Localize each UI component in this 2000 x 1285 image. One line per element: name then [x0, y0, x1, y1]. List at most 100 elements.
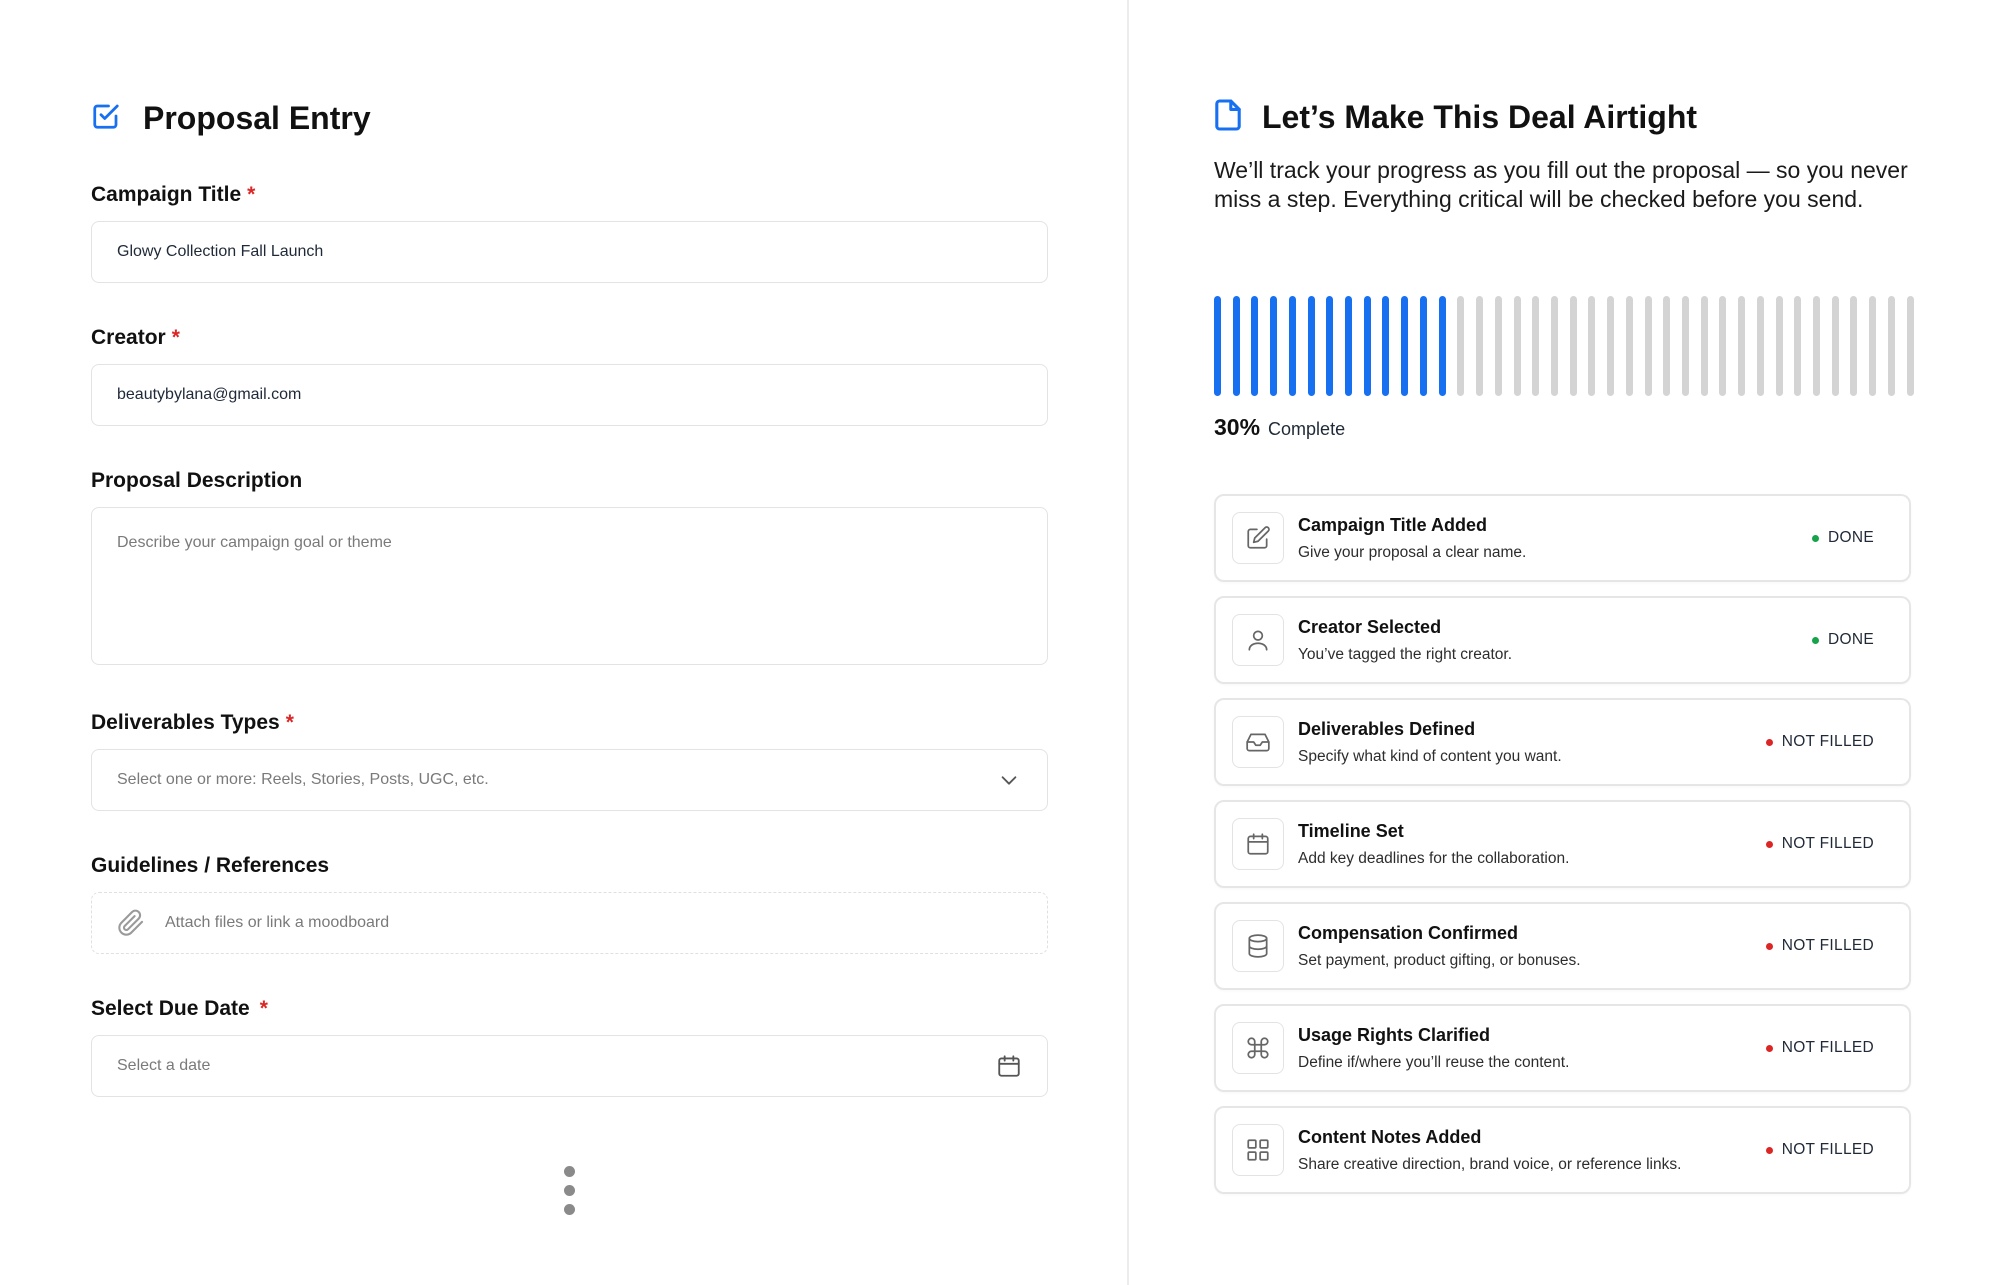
progress-percent-label: Complete [1268, 419, 1346, 439]
panel-divider [1127, 0, 1129, 1285]
status-dot [1765, 942, 1773, 950]
checklist-item-description: You’ve tagged the right creator. [1298, 645, 1512, 663]
proposal-description-textarea[interactable]: Describe your campaign goal or theme [91, 507, 1048, 665]
progress-segment [1419, 296, 1427, 396]
checklist-item-description: Define if/where you’ll reuse the content… [1298, 1053, 1570, 1071]
checklist-item[interactable]: Campaign Title Added Give your proposal a… [1214, 494, 1911, 582]
checklist-item[interactable]: Timeline Set Add key deadlines for the co… [1214, 800, 1911, 888]
progress-segment [1532, 296, 1540, 396]
campaign-title-input[interactable]: Glowy Collection Fall Launch [91, 221, 1048, 283]
checklist-item-description: Give your proposal a clear name. [1298, 543, 1527, 561]
checklist-item-title: Deliverables Defined [1298, 718, 1476, 739]
progress-percent: 30% Complete [1214, 414, 1345, 441]
guidelines-references-field: Guidelines / References Attach files or … [91, 854, 1048, 954]
required-mark: * [285, 711, 294, 734]
progress-segment [1794, 296, 1802, 396]
progress-segment [1232, 296, 1240, 396]
due-date-field: Select Due Date * Select a date [91, 997, 1048, 1097]
chevron-down-icon[interactable] [996, 767, 1022, 793]
progress-segment [1214, 296, 1221, 396]
status-label: DONE [1828, 631, 1874, 648]
progress-bar [1214, 296, 1914, 396]
required-mark: * [247, 183, 256, 206]
campaign-title-field: Campaign Title * Glowy Collection Fall L… [91, 183, 1048, 283]
checklist-item-description: Add key deadlines for the collaboration. [1298, 849, 1570, 867]
progress-segment [1850, 296, 1858, 396]
more-options-icon[interactable] [564, 1166, 575, 1215]
required-mark: * [259, 997, 268, 1020]
status-dot [1765, 1044, 1773, 1052]
progress-segment [1457, 296, 1465, 396]
status-dot [1765, 1146, 1773, 1154]
command-icon [1232, 1022, 1284, 1074]
status-label: NOT FILLED [1781, 835, 1874, 852]
status-label: DONE [1828, 529, 1874, 546]
checklist-item[interactable]: Compensation Confirmed Set payment, produ… [1214, 902, 1911, 990]
checklist-item-text: Compensation Confirmed Set payment, produ… [1298, 923, 1766, 970]
grid-icon [1232, 1124, 1284, 1176]
proposal-description-label: Proposal Description [91, 469, 303, 492]
checklist-item-text: Content Notes Added Share creative direct… [1298, 1127, 1766, 1174]
due-date-input[interactable]: Select a date [91, 1035, 1048, 1097]
status-badge: NOT FILLED [1765, 733, 1874, 751]
document-icon [1214, 98, 1242, 137]
checklist-item-description: Share creative direction, brand voice, o… [1298, 1155, 1682, 1173]
checklist: Campaign Title Added Give your proposal a… [1214, 494, 1911, 1208]
creator-value: beautybylana@gmail.com [117, 386, 302, 403]
checklist-item[interactable]: Creator Selected You’ve tagged the right … [1214, 596, 1911, 684]
guidelines-attach-dropzone[interactable]: Attach files or link a moodboard [91, 892, 1048, 954]
progress-segment [1569, 296, 1577, 396]
checklist-item[interactable]: Deliverables Defined Specify what kind of… [1214, 698, 1911, 786]
status-badge: DONE [1812, 529, 1874, 547]
user-icon [1232, 614, 1284, 666]
progress-segment [1756, 296, 1764, 396]
checklist-item-description: Set payment, product gifting, or bonuses… [1298, 951, 1581, 969]
status-dot [1765, 738, 1773, 746]
checklist-item[interactable]: Content Notes Added Share creative direct… [1214, 1106, 1911, 1194]
status-label: NOT FILLED [1781, 1039, 1874, 1056]
progress-title: Let’s Make This Deal Airtight [1262, 99, 1698, 135]
progress-segment [1345, 296, 1353, 396]
calendar-icon[interactable] [996, 1053, 1022, 1079]
campaign-title-value: Glowy Collection Fall Launch [117, 243, 324, 260]
progress-segment [1663, 296, 1671, 396]
creator-field: Creator * beautybylana@gmail.com [91, 326, 1048, 426]
progress-segment [1681, 296, 1689, 396]
proposal-description-placeholder: Describe your campaign goal or theme [117, 534, 392, 551]
status-dot [1765, 840, 1773, 848]
progress-segment [1288, 296, 1296, 396]
checklist-item-title: Timeline Set [1298, 820, 1404, 841]
checklist-item-text: Timeline Set Add key deadlines for the co… [1298, 821, 1766, 868]
checklist-item-text: Deliverables Defined Specify what kind of… [1298, 719, 1766, 766]
progress-segment [1307, 296, 1315, 396]
status-label: NOT FILLED [1781, 733, 1874, 750]
status-label: NOT FILLED [1781, 937, 1874, 954]
progress-segment [1831, 296, 1839, 396]
due-date-placeholder: Select a date [117, 1057, 211, 1074]
progress-segment [1887, 296, 1895, 396]
checklist-item-text: Usage Rights Clarified Define if/where yo… [1298, 1025, 1766, 1072]
progress-segment [1869, 296, 1877, 396]
deliverables-types-select[interactable]: Select one or more: Reels, Stories, Post… [91, 749, 1048, 811]
calendar-icon [1232, 818, 1284, 870]
edit-icon [1232, 512, 1284, 564]
checklist-item-text: Campaign Title Added Give your proposal a… [1298, 515, 1812, 562]
checklist-item[interactable]: Usage Rights Clarified Define if/where yo… [1214, 1004, 1911, 1092]
progress-segment [1363, 296, 1371, 396]
deliverables-types-placeholder: Select one or more: Reels, Stories, Post… [117, 771, 489, 788]
creator-input[interactable]: beautybylana@gmail.com [91, 364, 1048, 426]
progress-segment [1625, 296, 1633, 396]
creator-label: Creator [91, 326, 166, 349]
proposal-description-field: Proposal Description Describe your campa… [91, 469, 1048, 665]
progress-segment [1588, 296, 1596, 396]
checklist-item-description: Specify what kind of content you want. [1298, 747, 1562, 765]
deliverables-types-label: Deliverables Types [91, 711, 280, 734]
progress-segment [1719, 296, 1727, 396]
campaign-title-label: Campaign Title [91, 183, 242, 206]
guidelines-references-label: Guidelines / References [91, 854, 330, 877]
status-badge: NOT FILLED [1765, 835, 1874, 853]
checklist-item-title: Content Notes Added [1298, 1126, 1482, 1147]
status-badge: NOT FILLED [1765, 1141, 1874, 1159]
deliverables-types-field: Deliverables Types * Select one or more:… [91, 711, 1048, 811]
progress-segment [1513, 296, 1521, 396]
